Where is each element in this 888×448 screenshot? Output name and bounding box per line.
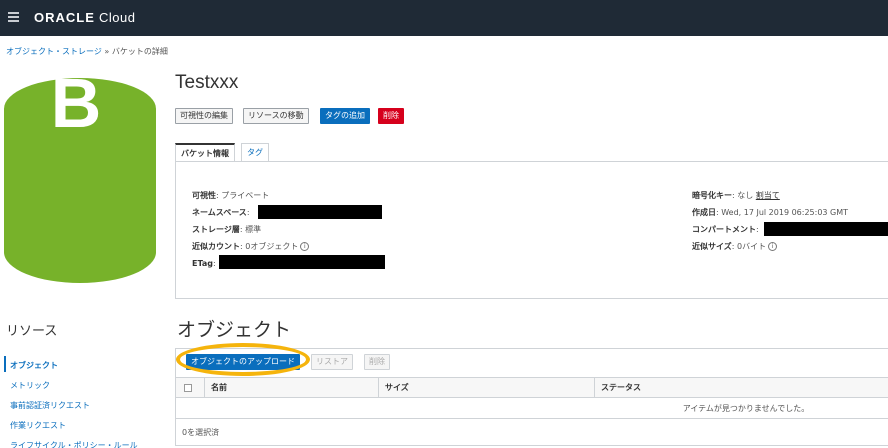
page-title: Testxxx [175,72,239,93]
redacted-compartment [764,222,888,236]
info-icon[interactable]: i [768,242,778,251]
created-row: 作成日: Wed, 17 Jul 2019 06:25:03 GMT [692,208,849,217]
assign-encryption-link[interactable]: 割当て [756,191,780,200]
resources-heading: リソース [6,323,58,338]
column-status[interactable]: ステータス [594,378,888,398]
restore-button[interactable]: リストア [311,354,353,370]
delete-bucket-button[interactable]: 削除 [378,108,404,124]
redacted-etag [219,255,385,269]
namespace-row: ネームスペース: [192,208,250,217]
visibility-row: 可視性: プライベート [192,191,270,200]
objects-table-header: 名前 サイズ ステータス [176,378,888,398]
bucket-badge-letter: B [50,63,102,142]
sidebar-item-metrics[interactable]: メトリック [10,380,50,391]
info-icon[interactable]: i [300,242,310,251]
delete-objects-button[interactable]: 削除 [364,354,390,370]
move-resource-button[interactable]: リソースの移動 [243,108,309,124]
encryption-row: 暗号化キー: なし 割当て [692,191,780,200]
selected-count: 0を選択済 [182,428,220,437]
column-name[interactable]: 名前 [204,378,378,398]
approx-count-row: 近似カウント: 0オブジェクト i [192,241,310,252]
select-all-checkbox[interactable] [184,384,192,392]
sidebar-item-preauth-requests[interactable]: 事前認証済リクエスト [10,400,90,411]
tab-bucket-info[interactable]: バケット情報 [175,143,235,162]
sidebar-item-work-requests[interactable]: 作業リクエスト [10,420,66,431]
column-size[interactable]: サイズ [378,378,594,398]
etag-row: ETag: [192,259,216,268]
storage-tier-row: ストレージ層: 標準 [192,225,262,234]
tab-tags[interactable]: タグ [241,143,269,162]
sidebar-active-indicator [4,356,6,372]
edit-visibility-button[interactable]: 可視性の編集 [175,108,233,124]
empty-table-message: アイテムが見つかりませんでした。 [176,399,888,419]
approx-size-row: 近似サイズ: 0バイト i [692,241,778,252]
sidebar-item-lifecycle-rules[interactable]: ライフサイクル・ポリシー・ルール [10,440,138,448]
highlight-ellipse [176,343,310,376]
bucket-info-panel: 可視性: プライベート ネームスペース: ストレージ層: 標準 近似カウント: … [175,161,888,299]
objects-heading: オブジェクト [177,320,292,341]
add-tags-button[interactable]: タグの追加 [320,108,370,124]
redacted-namespace [258,205,382,219]
compartment-row: コンパートメント: [692,225,759,234]
sidebar-item-objects[interactable]: オブジェクト [10,360,58,371]
